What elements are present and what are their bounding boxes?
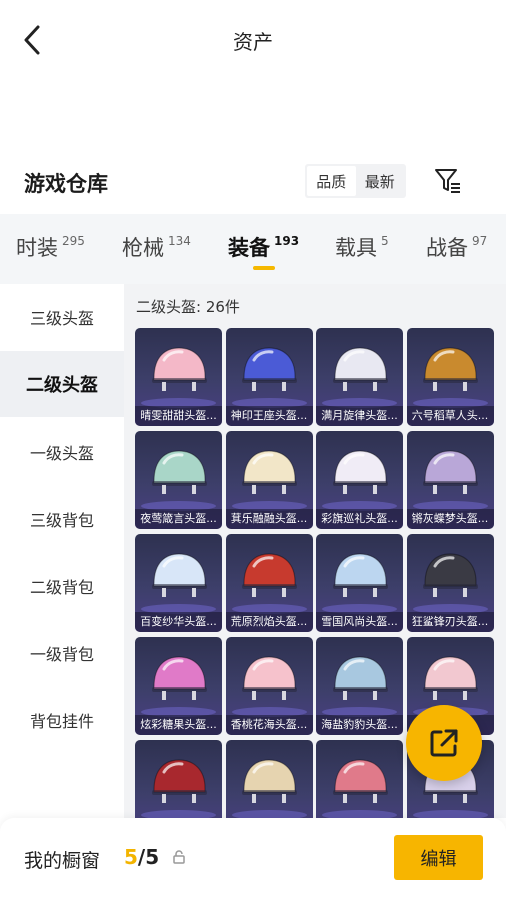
tab-count: 134 [168,234,191,248]
showcase-current: 5 [124,845,138,869]
active-tab-indicator [253,266,275,270]
external-link-icon [430,729,458,757]
tab-firearms[interactable]: 枪械 134 [122,232,191,262]
helmet-item-card[interactable]: 海盐豹豹头盔... [316,637,403,735]
item-name: 海盐豹豹头盔... [316,715,403,735]
helmet-icon [332,759,388,803]
helmet-item-card[interactable]: 满月旋律头盔... [316,328,403,426]
share-button[interactable] [406,705,482,781]
helmet-icon [332,347,388,391]
helmet-item-card[interactable]: 彩旗巡礼头盔... [316,431,403,529]
showcase-bar: 我的橱窗 5/5 编辑 [0,818,506,897]
item-name: 荒原烈焰头盔... [225,612,313,632]
top-bar: 资产 [0,0,506,80]
item-name: 彩旗巡礼头盔... [316,509,403,529]
helmet-icon [151,347,207,391]
helmet-item-card[interactable]: 百变纱华头盔... [135,534,222,632]
helmet-item-card[interactable] [316,740,403,818]
item-name: 雪国风尚头盔... [316,612,403,632]
item-name: 满月旋律头盔... [316,406,403,426]
category-tabs: 时装 295 枪械 134 装备 193 载具 5 战备 97 [0,214,506,284]
helmet-icon [242,553,297,597]
sort-newest[interactable]: 最新 [356,166,405,196]
helmet-item-card[interactable] [135,740,222,818]
helmet-item-card[interactable]: 锵灰蝶梦头盔... [406,431,494,529]
tab-count: 295 [62,234,85,248]
sidebar-item-level2-helmet[interactable]: 二级头盔 [0,351,124,417]
helmet-icon [151,553,207,597]
sidebar-item-level3-backpack[interactable]: 三级背包 [0,486,124,552]
helmet-icon [423,450,478,494]
edit-button[interactable]: 编辑 [394,835,483,880]
helmet-item-card[interactable]: 萁乐融融头盔... [225,431,313,529]
tab-fashion[interactable]: 时装 295 [16,232,85,262]
helmet-icon [332,656,388,700]
helmet-icon [242,656,297,700]
helmet-icon [423,553,478,597]
helmet-icon [423,656,478,700]
tab-label: 载具 [335,236,377,260]
warehouse-header: 游戏仓库 品质 最新 [0,160,506,206]
tab-count: 193 [274,234,300,248]
showcase-count: 5/5 [124,845,159,869]
showcase-label: 我的橱窗 [24,850,101,872]
helmet-item-card[interactable]: 夜莺箴言头盔... [135,431,222,529]
helmet-item-card[interactable]: 狂鲨锋刃头盔... [406,534,494,632]
sort-quality[interactable]: 品质 [307,166,356,196]
showcase-total: /5 [137,845,160,869]
tab-supplies[interactable]: 战备 97 [426,232,487,262]
tab-label: 时装 [16,236,58,260]
filter-button[interactable] [431,164,465,198]
sidebar-item-level1-helmet[interactable]: 一级头盔 [0,419,124,485]
sidebar-item-level2-backpack[interactable]: 二级背包 [0,553,124,619]
tab-equipment[interactable]: 装备 193 [228,232,299,262]
page-title: 资产 [233,30,273,54]
helmet-icon [151,450,207,494]
item-name: 百变纱华头盔... [135,612,222,632]
helmet-icon [242,347,297,391]
helmet-icon [151,759,207,803]
sidebar-item-level3-helmet[interactable]: 三级头盔 [0,284,124,350]
tab-vehicles[interactable]: 载具 5 [335,232,389,262]
sidebar-item-level1-backpack[interactable]: 一级背包 [0,620,124,686]
sort-toggle: 品质 最新 [305,164,406,198]
tab-label: 战备 [426,236,468,260]
helmet-icon [332,553,388,597]
helmet-item-card[interactable]: 六号稻草人头... [406,328,494,426]
helmet-item-card[interactable]: 神印王座头盔... [225,328,313,426]
helmet-item-card[interactable]: 荒原烈焰头盔... [225,534,313,632]
helmet-item-card[interactable] [225,740,313,818]
helmet-item-card[interactable]: 雪国风尚头盔... [316,534,403,632]
item-name: 炫彩糖果头盔... [135,715,222,735]
tab-label: 装备 [228,236,270,260]
helmet-icon [242,450,297,494]
helmet-item-card[interactable]: 香桃花海头盔... [225,637,313,735]
tab-label: 枪械 [122,236,164,260]
item-name: 晴雯甜甜头盔... [135,406,222,426]
item-name: 六号稻草人头... [406,406,494,426]
item-name: 香桃花海头盔... [225,715,313,735]
tab-count: 5 [381,234,389,248]
subcategory-sidebar: 三级头盔 二级头盔 一级头盔 三级背包 二级背包 一级背包 背包挂件 [0,284,124,818]
helmet-icon [423,347,478,391]
item-name: 萁乐融融头盔... [225,509,313,529]
sidebar-item-backpack-charm[interactable]: 背包挂件 [0,687,124,753]
section-title: 游戏仓库 [24,172,108,196]
item-name: 锵灰蝶梦头盔... [406,509,494,529]
item-name: 夜莺箴言头盔... [135,509,222,529]
item-name: 狂鲨锋刃头盔... [406,612,494,632]
helmet-item-card[interactable]: 晴雯甜甜头盔... [135,328,222,426]
filter-icon [435,169,460,193]
item-name: 神印王座头盔... [225,406,313,426]
helmet-icon [242,759,297,803]
helmet-item-card[interactable]: 炫彩糖果头盔... [135,637,222,735]
grid-header: 二级头盔: 26件 [136,298,240,316]
helmet-icon [332,450,388,494]
helmet-icon [151,656,207,700]
lock-icon [173,850,185,864]
tab-count: 97 [472,234,488,248]
